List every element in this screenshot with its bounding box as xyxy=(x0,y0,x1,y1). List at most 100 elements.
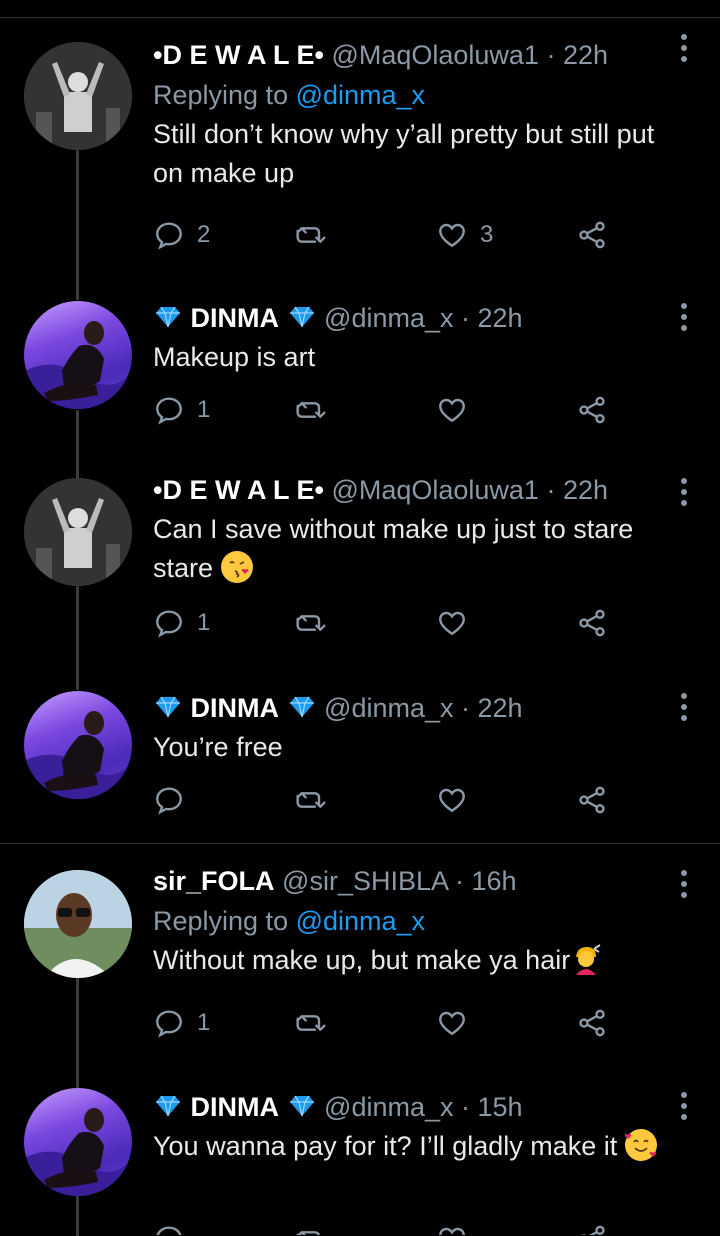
display-name[interactable]: DINMA xyxy=(191,693,280,723)
avatar-image xyxy=(24,321,132,409)
retweet-icon xyxy=(296,1015,326,1031)
heart-icon xyxy=(439,398,465,423)
gem-icon xyxy=(289,696,314,718)
avatar[interactable] xyxy=(24,691,132,799)
avatar-image xyxy=(24,478,132,586)
like-button[interactable] xyxy=(436,607,468,639)
reply-button[interactable]: 1 xyxy=(153,1007,210,1039)
like-button[interactable] xyxy=(436,394,468,426)
tweet-actions xyxy=(153,1223,623,1235)
display-name[interactable]: DINMA xyxy=(191,303,280,333)
gem-icon xyxy=(289,1095,314,1117)
display-name[interactable]: DINMA xyxy=(191,1092,280,1122)
tweet-header: DINMA @dinma_x · 15h xyxy=(153,1087,680,1127)
retweet-icon xyxy=(296,792,326,808)
tweet-actions: 2 3 xyxy=(153,219,623,259)
avatar[interactable] xyxy=(24,870,132,978)
heart-icon xyxy=(439,1227,465,1235)
tweet-text: You wanna pay for it? I’ll gladly make i… xyxy=(153,1131,618,1161)
timestamp[interactable]: · 22h xyxy=(546,40,608,70)
timestamp[interactable]: · 22h xyxy=(461,693,523,723)
timestamp[interactable]: · 22h xyxy=(546,475,608,505)
like-button[interactable]: 3 xyxy=(436,219,493,251)
share-button[interactable] xyxy=(576,1223,608,1235)
user-handle[interactable]: @MaqOlaoluwa1 xyxy=(331,40,539,70)
retweet-button[interactable] xyxy=(295,1223,327,1235)
tweet-header: •D E W A L E• @MaqOlaoluwa1 · 22h xyxy=(153,470,680,510)
tweet-text: You’re free xyxy=(153,732,283,762)
retweet-button[interactable] xyxy=(295,219,327,251)
reply-icon xyxy=(156,397,182,425)
user-handle[interactable]: @dinma_x xyxy=(324,693,453,723)
tweet-text: Still don’t know why y’all pretty but st… xyxy=(153,119,655,188)
tweet[interactable]: DINMA @dinma_x · 22h You’re free xyxy=(0,683,720,833)
retweet-button[interactable] xyxy=(295,394,327,426)
more-options-icon[interactable] xyxy=(680,34,688,67)
retweet-button[interactable] xyxy=(295,1007,327,1039)
user-handle[interactable]: @dinma_x xyxy=(324,303,453,333)
reply-button[interactable] xyxy=(153,1223,185,1235)
share-icon xyxy=(579,609,605,637)
more-options-icon[interactable] xyxy=(680,693,688,726)
user-handle[interactable]: @sir_SHIBLA xyxy=(282,866,447,896)
tweet[interactable]: sir_FOLA @sir_SHIBLA · 16h Replying to @… xyxy=(0,858,720,1058)
kiss-emoji-icon xyxy=(220,551,253,583)
share-button[interactable] xyxy=(576,607,608,639)
avatar[interactable] xyxy=(24,478,132,586)
display-name[interactable]: •D E W A L E• xyxy=(153,475,324,505)
tweet-text: Makeup is art xyxy=(153,342,316,372)
more-options-icon[interactable] xyxy=(680,478,688,511)
heart-icon xyxy=(439,611,465,636)
avatar[interactable] xyxy=(24,301,132,409)
heart-icon xyxy=(439,223,465,248)
share-icon xyxy=(579,786,605,814)
reply-button[interactable] xyxy=(153,784,185,816)
share-button[interactable] xyxy=(576,394,608,426)
like-button[interactable] xyxy=(436,1223,468,1235)
display-name[interactable]: sir_FOLA xyxy=(153,866,275,896)
tweet[interactable]: DINMA @dinma_x · 15h You wanna pay for i… xyxy=(0,1082,720,1235)
timestamp[interactable]: · 22h xyxy=(461,303,523,333)
timestamp[interactable]: · 16h xyxy=(455,866,517,896)
tweet-text-wrap: Without make up, but make ya hair xyxy=(153,941,680,980)
like-button[interactable] xyxy=(436,1007,468,1039)
reply-button[interactable]: 1 xyxy=(153,607,210,639)
retweet-button[interactable] xyxy=(295,607,327,639)
tweet-header: sir_FOLA @sir_SHIBLA · 16h xyxy=(153,861,680,901)
share-button[interactable] xyxy=(576,784,608,816)
share-button[interactable] xyxy=(576,1007,608,1039)
tweet-actions: 1 xyxy=(153,607,623,647)
tweet[interactable]: •D E W A L E• @MaqOlaoluwa1 · 22h Replyi… xyxy=(0,30,720,270)
reply-icon xyxy=(156,1226,182,1235)
avatar[interactable] xyxy=(24,1088,132,1196)
user-handle[interactable]: @MaqOlaoluwa1 xyxy=(331,475,539,505)
avatar-image xyxy=(24,711,132,799)
mention-link[interactable]: @dinma_x xyxy=(296,906,425,936)
display-name[interactable]: •D E W A L E• xyxy=(153,40,324,70)
mention-link[interactable]: @dinma_x xyxy=(296,80,425,110)
tweet-header: DINMA @dinma_x · 22h xyxy=(153,688,680,728)
user-handle[interactable]: @dinma_x xyxy=(324,1092,453,1122)
heart-icon xyxy=(439,1011,465,1036)
more-options-icon[interactable] xyxy=(680,870,688,903)
retweet-button[interactable] xyxy=(295,784,327,816)
retweet-icon xyxy=(296,615,326,631)
more-options-icon[interactable] xyxy=(680,303,688,336)
reply-button[interactable]: 1 xyxy=(153,394,210,426)
like-button[interactable] xyxy=(436,784,468,816)
reply-icon xyxy=(156,222,182,250)
more-options-icon[interactable] xyxy=(680,1092,688,1125)
reply-icon xyxy=(156,610,182,638)
gem-icon xyxy=(289,306,314,328)
tweet[interactable]: DINMA @dinma_x · 22h Makeup is art 1 xyxy=(0,293,720,453)
reply-count: 2 xyxy=(197,221,211,248)
reply-button[interactable]: 2 xyxy=(153,219,210,251)
share-button[interactable] xyxy=(576,219,608,251)
top-divider xyxy=(0,17,720,18)
tweet[interactable]: •D E W A L E• @MaqOlaoluwa1 · 22h Can I … xyxy=(0,470,720,660)
reply-count: 1 xyxy=(197,396,211,423)
avatar[interactable] xyxy=(24,42,132,150)
timestamp[interactable]: · 15h xyxy=(461,1092,523,1122)
tweet-text: Without make up, but make ya hair xyxy=(153,945,571,975)
share-icon xyxy=(579,1009,605,1037)
